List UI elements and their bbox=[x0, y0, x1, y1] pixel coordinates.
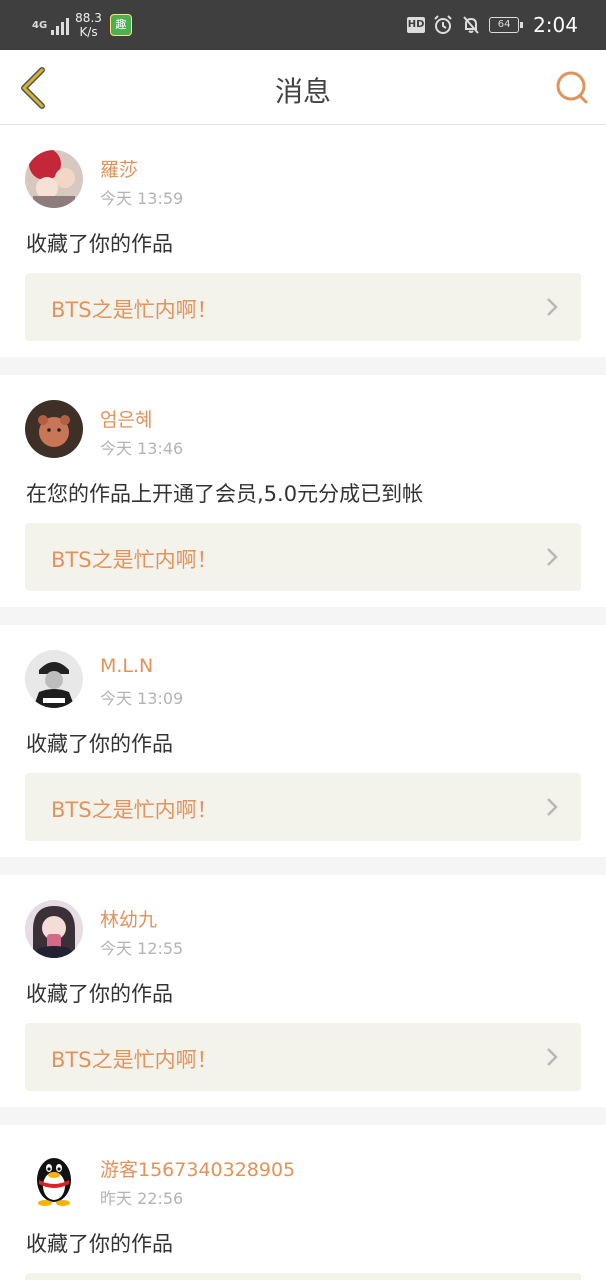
user-name[interactable]: 엄은혜 bbox=[100, 405, 152, 432]
message-text: 收藏了你的作品 bbox=[26, 732, 173, 756]
chevron-right-icon bbox=[547, 548, 558, 566]
work-title: BTS之是忙内啊！ bbox=[51, 1048, 218, 1072]
page-title: 消息 bbox=[274, 75, 331, 108]
message-time: 今天 13:09 bbox=[100, 689, 184, 708]
message-card: M.L.N 今天 13:09 收藏了你的作品 BTS之是忙内啊！ bbox=[0, 625, 606, 857]
user-name[interactable]: 游客1567340328905 bbox=[100, 1155, 295, 1182]
status-bar: 4G 88.3 K/s 趣 HD 64 2:04 bbox=[0, 0, 606, 50]
work-link[interactable]: BTS之是忙内啊！ bbox=[25, 523, 581, 591]
work-title: BTS之是忙内啊！ bbox=[51, 798, 218, 822]
user-name[interactable]: 羅莎 bbox=[100, 155, 138, 182]
message-text: 收藏了你的作品 bbox=[26, 232, 173, 256]
message-card: 游客1567340328905 昨天 22:56 收藏了你的作品 bbox=[0, 1125, 606, 1280]
search-icon[interactable] bbox=[552, 68, 592, 108]
avatar[interactable] bbox=[25, 400, 83, 458]
clock: 2:04 bbox=[533, 13, 578, 37]
message-text: 在您的作品上开通了会员,5.0元分成已到帐 bbox=[26, 482, 424, 506]
message-time: 昨天 22:56 bbox=[100, 1189, 184, 1208]
network-speed: 88.3 K/s bbox=[75, 11, 102, 39]
avatar[interactable] bbox=[25, 150, 83, 208]
hd-icon: HD bbox=[407, 17, 426, 33]
chevron-right-icon bbox=[547, 1048, 558, 1066]
message-text: 收藏了你的作品 bbox=[26, 1232, 173, 1256]
work-link[interactable]: BTS之是忙内啊！ bbox=[25, 773, 581, 841]
message-time: 今天 13:46 bbox=[100, 439, 184, 458]
speed-unit: K/s bbox=[79, 25, 98, 39]
work-link[interactable]: BTS之是忙内啊！ bbox=[25, 1023, 581, 1091]
mute-bell-icon bbox=[463, 16, 479, 34]
app-notification-icon: 趣 bbox=[109, 14, 132, 36]
message-time: 今天 13:59 bbox=[100, 189, 184, 208]
status-right: HD 64 2:04 bbox=[407, 10, 578, 40]
signal-icon bbox=[51, 15, 70, 35]
nav-bar: 消息 bbox=[0, 50, 606, 125]
message-time: 今天 12:55 bbox=[100, 939, 184, 958]
avatar[interactable] bbox=[25, 900, 83, 958]
work-title: BTS之是忙内啊！ bbox=[51, 548, 218, 572]
speed-value: 88.3 bbox=[75, 11, 102, 25]
battery-icon: 64 bbox=[489, 17, 524, 33]
chevron-right-icon bbox=[547, 798, 558, 816]
alarm-icon bbox=[434, 15, 452, 34]
message-text: 收藏了你的作品 bbox=[26, 982, 173, 1006]
avatar[interactable] bbox=[25, 650, 83, 708]
chevron-right-icon bbox=[547, 298, 558, 316]
message-card: 林幼九 今天 12:55 收藏了你的作品 BTS之是忙内啊！ bbox=[0, 875, 606, 1107]
avatar[interactable] bbox=[25, 1150, 83, 1208]
user-name[interactable]: 林幼九 bbox=[100, 905, 157, 932]
message-card: 엄은혜 今天 13:46 在您的作品上开通了会员,5.0元分成已到帐 BTS之是… bbox=[0, 375, 606, 607]
work-link[interactable] bbox=[25, 1273, 581, 1280]
network-type: 4G bbox=[32, 19, 48, 31]
user-name[interactable]: M.L.N bbox=[100, 655, 153, 677]
work-link[interactable]: BTS之是忙内啊！ bbox=[25, 273, 581, 341]
work-title: BTS之是忙内啊！ bbox=[51, 298, 218, 322]
status-left: 4G 88.3 K/s 趣 bbox=[32, 10, 132, 40]
message-card: 羅莎 今天 13:59 收藏了你的作品 BTS之是忙内啊！ bbox=[0, 125, 606, 357]
